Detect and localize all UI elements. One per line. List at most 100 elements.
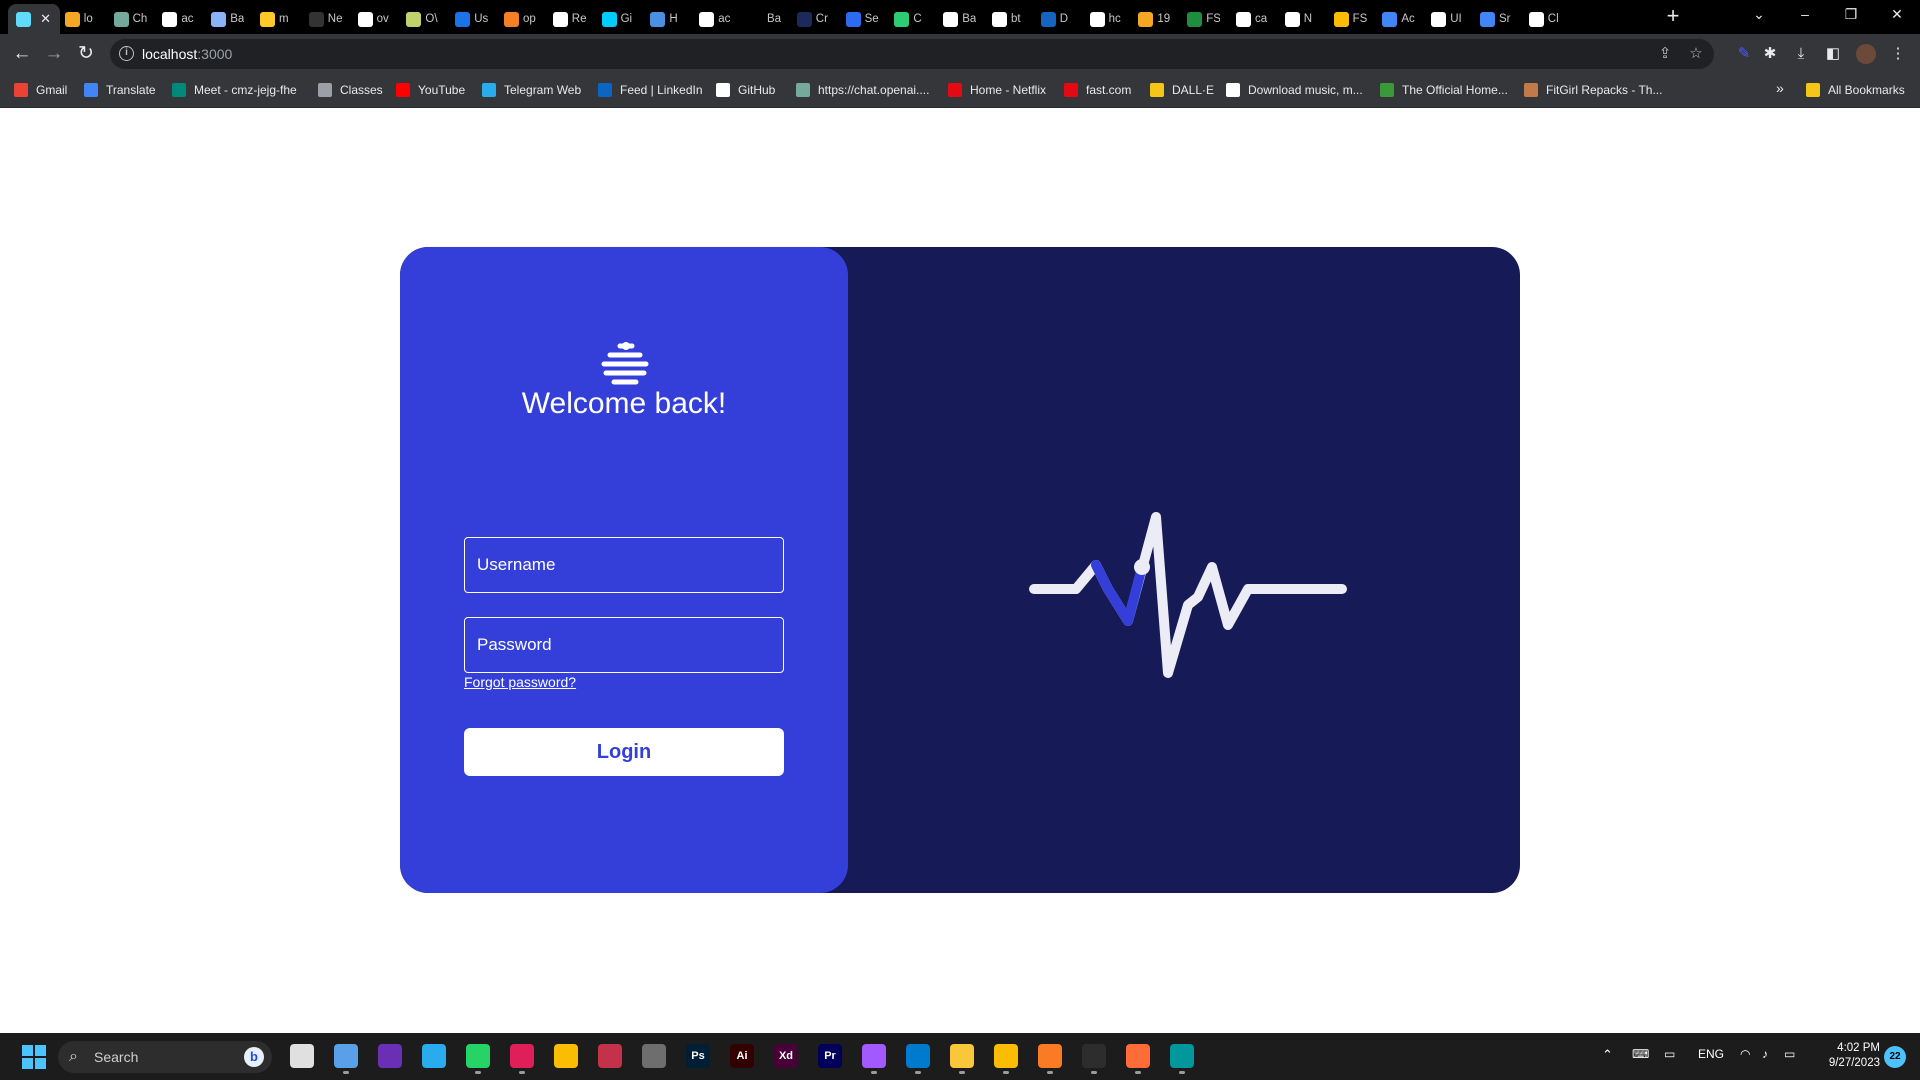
address-bar[interactable]: i localhost:3000 ⇪ ☆ bbox=[110, 39, 1714, 69]
notepad-icon[interactable] bbox=[334, 1044, 358, 1074]
wifi-icon[interactable]: ◠ bbox=[1740, 1047, 1750, 1061]
bookmark-item[interactable]: The Official Home... bbox=[1380, 83, 1508, 99]
new-tab-button[interactable]: + bbox=[1660, 5, 1686, 29]
browser-tab[interactable]: C bbox=[886, 4, 932, 34]
bookmark-star-icon[interactable]: ☆ bbox=[1687, 45, 1705, 63]
browser-tab[interactable]: ov bbox=[350, 4, 396, 34]
premiere-icon[interactable]: Pr bbox=[818, 1044, 842, 1068]
figma-icon[interactable] bbox=[862, 1044, 886, 1074]
browser-tab[interactable]: 19 bbox=[1130, 4, 1176, 34]
bookmark-item[interactable]: Download music, m... bbox=[1226, 83, 1363, 99]
xd-icon[interactable]: Xd bbox=[774, 1044, 798, 1068]
browser-tab[interactable]: Sr bbox=[1472, 4, 1518, 34]
login-button[interactable]: Login bbox=[464, 728, 784, 776]
browser-tab[interactable]: H bbox=[642, 4, 688, 34]
browser-tab[interactable]: lo bbox=[57, 4, 103, 34]
browser-tab[interactable]: Ne bbox=[301, 4, 347, 34]
file-explorer-icon[interactable] bbox=[950, 1044, 974, 1074]
browser-tab[interactable]: O\ bbox=[398, 4, 444, 34]
back-button[interactable]: ← bbox=[10, 42, 34, 66]
whatsapp-icon[interactable] bbox=[466, 1044, 490, 1074]
close-tab-icon[interactable]: ✕ bbox=[40, 11, 51, 27]
calculator-icon[interactable] bbox=[642, 1044, 666, 1068]
taskbar-search[interactable]: ⌕ Search b bbox=[58, 1041, 272, 1073]
browser-tab[interactable]: Cr bbox=[789, 4, 835, 34]
bookmark-item[interactable]: Translate bbox=[84, 83, 156, 99]
browser-tab[interactable]: ✕ bbox=[8, 4, 60, 34]
bookmark-item[interactable]: Meet - cmz-jejg-fhe bbox=[172, 83, 297, 99]
more-bookmarks-chevron-icon[interactable]: » bbox=[1776, 80, 1784, 96]
postman-icon[interactable] bbox=[1126, 1044, 1150, 1074]
browser-tab[interactable]: UI bbox=[1423, 4, 1469, 34]
chrome-icon[interactable] bbox=[994, 1044, 1018, 1074]
browser-tab[interactable]: Ba bbox=[935, 4, 981, 34]
profile-avatar[interactable] bbox=[1856, 44, 1876, 64]
browser-tab[interactable]: hc bbox=[1082, 4, 1128, 34]
browser-tab[interactable]: op bbox=[496, 4, 542, 34]
bookmark-item[interactable]: Feed | LinkedIn bbox=[598, 83, 703, 99]
system-clock[interactable]: 4:02 PM 9/27/2023 bbox=[1820, 1041, 1880, 1071]
windows-start-icon[interactable] bbox=[22, 1045, 46, 1069]
username-input[interactable]: Username bbox=[464, 537, 784, 593]
bookmark-item[interactable]: Home - Netflix bbox=[948, 83, 1046, 99]
volume-icon[interactable]: ♪ bbox=[1762, 1047, 1768, 1061]
arduino-icon[interactable] bbox=[1170, 1044, 1194, 1074]
bookmark-item[interactable]: YouTube bbox=[396, 83, 465, 99]
browser-tab[interactable]: N bbox=[1277, 4, 1323, 34]
close-window-button[interactable]: ✕ bbox=[1874, 0, 1920, 30]
bing-icon[interactable]: b bbox=[244, 1047, 264, 1067]
extension-pen-icon[interactable]: ✎ bbox=[1734, 44, 1754, 64]
browser-tab[interactable]: Re bbox=[545, 4, 591, 34]
extensions-puzzle-icon[interactable]: ✱ bbox=[1760, 44, 1780, 64]
battery-icon[interactable]: ▭ bbox=[1784, 1047, 1795, 1061]
share-icon[interactable]: ⇪ bbox=[1656, 45, 1674, 63]
browser-tab[interactable]: bt bbox=[984, 4, 1030, 34]
minimize-button[interactable]: – bbox=[1782, 0, 1828, 30]
browser-tab[interactable]: Ch bbox=[106, 4, 152, 34]
bookmark-item[interactable]: Gmail bbox=[14, 83, 67, 99]
side-panel-icon[interactable]: ◧ bbox=[1823, 44, 1843, 64]
bookmark-item[interactable]: GitHub bbox=[716, 83, 775, 99]
terminal-icon[interactable] bbox=[1082, 1044, 1106, 1074]
task-view-icon[interactable] bbox=[290, 1044, 314, 1068]
browser-tab[interactable]: Ba bbox=[203, 4, 249, 34]
xampp-icon[interactable] bbox=[1038, 1044, 1062, 1074]
language-indicator[interactable]: ENG bbox=[1698, 1047, 1724, 1061]
chrome-icon[interactable] bbox=[554, 1044, 578, 1068]
browser-tab[interactable]: Ac bbox=[1374, 4, 1420, 34]
browser-tab[interactable]: ac bbox=[154, 4, 200, 34]
bookmark-item[interactable]: FitGirl Repacks - Th... bbox=[1524, 83, 1662, 99]
photoshop-icon[interactable]: Ps bbox=[686, 1044, 710, 1068]
bookmark-item[interactable]: DALL·E bbox=[1150, 83, 1214, 99]
notification-badge[interactable]: 22 bbox=[1884, 1046, 1906, 1068]
slack-icon[interactable] bbox=[510, 1044, 534, 1074]
bookmark-item[interactable]: fast.com bbox=[1064, 83, 1131, 99]
all-bookmarks-folder[interactable]: All Bookmarks bbox=[1806, 83, 1905, 99]
browser-tab[interactable]: m bbox=[252, 4, 298, 34]
snipping-tool-icon[interactable] bbox=[598, 1044, 622, 1068]
bookmark-item[interactable]: https://chat.openai.... bbox=[796, 83, 929, 99]
site-info-icon[interactable]: i bbox=[119, 46, 134, 61]
browser-tab[interactable]: Gi bbox=[594, 4, 640, 34]
browser-menu-icon[interactable]: ⋮ bbox=[1888, 44, 1908, 64]
downloads-icon[interactable]: ⤓ bbox=[1791, 44, 1811, 64]
browser-tab[interactable]: Us bbox=[447, 4, 493, 34]
bookmark-item[interactable]: Classes bbox=[318, 83, 383, 99]
browser-tab[interactable]: Ba bbox=[740, 4, 786, 34]
password-input[interactable]: Password bbox=[464, 617, 784, 673]
browser-tab[interactable]: FS bbox=[1326, 4, 1372, 34]
obs-icon[interactable] bbox=[378, 1044, 402, 1068]
tray-chevron-up-icon[interactable]: ⌃ bbox=[1602, 1047, 1613, 1063]
display-icon[interactable]: ▭ bbox=[1664, 1047, 1675, 1061]
browser-tab[interactable]: Se bbox=[838, 4, 884, 34]
browser-tab[interactable]: ac bbox=[691, 4, 737, 34]
tab-search-chevron-icon[interactable]: ⌄ bbox=[1736, 0, 1782, 30]
restore-button[interactable]: ❐ bbox=[1828, 0, 1874, 30]
browser-tab[interactable]: ca bbox=[1228, 4, 1274, 34]
reload-button[interactable]: ↻ bbox=[74, 42, 98, 66]
keyboard-icon[interactable]: ⌨ bbox=[1632, 1047, 1649, 1061]
browser-tab[interactable]: Cl bbox=[1521, 4, 1567, 34]
bookmark-item[interactable]: Telegram Web bbox=[482, 83, 581, 99]
forgot-password-link[interactable]: Forgot password? bbox=[464, 674, 576, 690]
telegram-icon[interactable] bbox=[422, 1044, 446, 1068]
